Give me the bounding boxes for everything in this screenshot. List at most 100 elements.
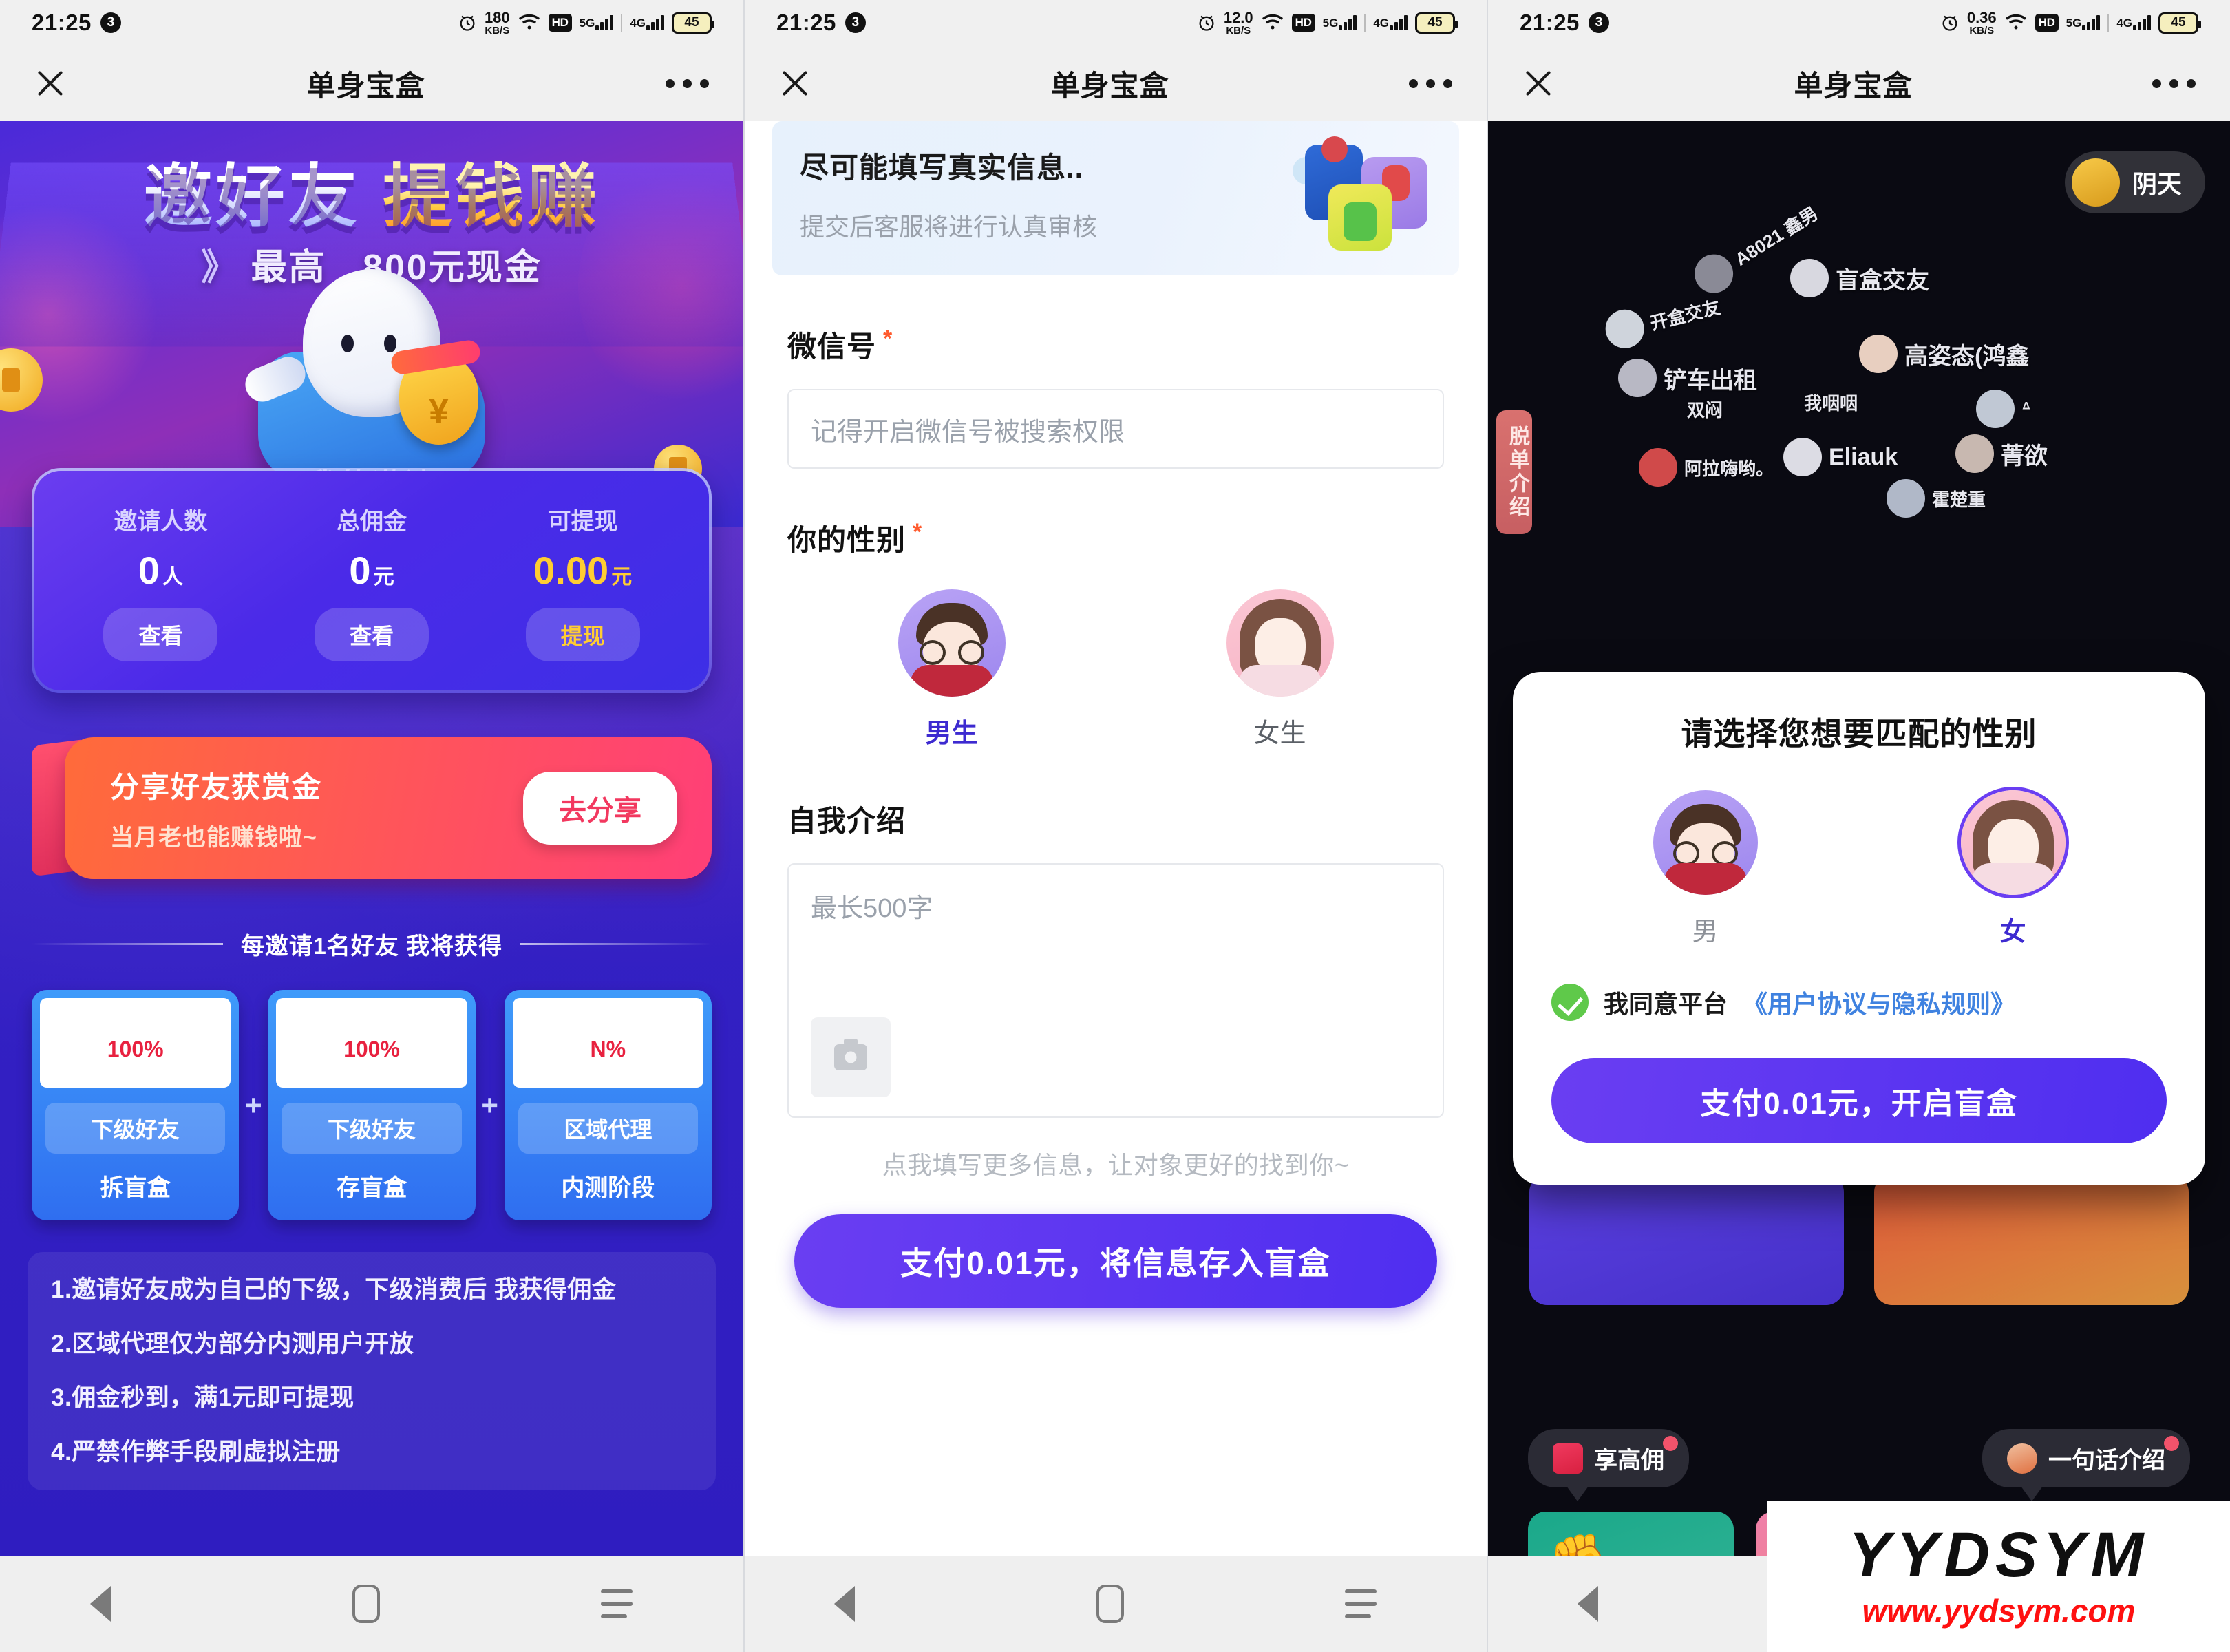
share-button[interactable]: 去分享 <box>523 772 677 845</box>
modal-label-male: 男 <box>1692 918 1719 946</box>
commission-box: 100% 下级好友 存盲盒 <box>268 990 476 1220</box>
stat-action-button[interactable]: 查看 <box>315 608 429 661</box>
plus-icon: + <box>481 1088 498 1121</box>
back-icon[interactable] <box>89 1586 131 1622</box>
avatar-globe[interactable]: 盲盒交友 A8021 鑫男 高姿态(鸿鑫 开盒交友 铲车出租 Eliauk 菁欲… <box>1584 162 2134 589</box>
agreement-link[interactable]: 《用户协议与隐私规则》 <box>1743 984 2015 1020</box>
withdraw-button[interactable]: 提现 <box>525 608 640 661</box>
side-tab-intro[interactable]: 脱单介绍 <box>1496 410 1532 534</box>
agreement-text: 我同意平台 <box>1604 990 1728 1018</box>
tooltip-label: 一句话介绍 <box>2048 1448 2165 1474</box>
agreement-row[interactable]: 我同意平台 《用户协议与隐私规则》 <box>1551 984 2167 1021</box>
tooltip-high-commission[interactable]: 享高佣 <box>1528 1429 1689 1501</box>
gender-option-male[interactable]: 男生 <box>787 589 1116 750</box>
stat-total-commission: 总佣金 0元 查看 <box>266 502 478 661</box>
modal-option-female[interactable]: 女 <box>1859 790 2167 948</box>
photo-upload-button[interactable] <box>811 1017 891 1097</box>
battery-icon: 45 <box>672 12 714 34</box>
net-label-4g: 4G <box>1373 17 1389 30</box>
profile-form: 尽可能填写真实信息.. 提交后客服将进行认真审核 微信号 * 记得开启微信号被搜索… <box>745 121 1487 1556</box>
back-icon[interactable] <box>834 1586 875 1622</box>
tooltip-row: 享高佣 一句话介绍 <box>1528 1429 2190 1501</box>
stat-action-button[interactable]: 查看 <box>103 608 218 661</box>
notification-badge: 3 <box>100 12 121 33</box>
status-bar: 21:25 3 0.36 KB/S HD 5G 4G 45 <box>1488 0 2230 45</box>
commission-action: 拆盲盒 <box>100 1175 171 1201</box>
tooltip-one-line-intro[interactable]: 一句话介绍 <box>1982 1429 2190 1501</box>
panel-blindbox: 21:25 3 0.36 KB/S HD 5G 4G 45 单身宝盒 阴天 盲盒… <box>1487 0 2230 1652</box>
female-avatar-icon <box>1226 589 1334 697</box>
watermark: YYDSYM www.yydsym.com <box>1767 1501 2230 1652</box>
status-time: 21:25 <box>32 10 92 35</box>
notice-banner: 尽可能填写真实信息.. 提交后客服将进行认真审核 <box>772 121 1459 275</box>
chevron-icon: 》 <box>201 248 240 288</box>
commission-pct: 100% <box>107 1037 164 1061</box>
rule-item: 3.佣金秒到，满1元即可提现 <box>51 1384 354 1411</box>
hero-banner: 邀好友 提钱赚 》 最高 800元现金 ¥ 我的邀请 <box>0 121 743 527</box>
behind-card-orange[interactable] <box>1874 1174 2189 1305</box>
agreement-checkbox[interactable] <box>1551 984 1589 1021</box>
intro-textarea[interactable]: 最长500字 <box>787 863 1444 1118</box>
system-navbar <box>0 1556 743 1652</box>
modal-option-male[interactable]: 男 <box>1551 790 1859 948</box>
home-icon[interactable] <box>1096 1585 1124 1623</box>
divider-line <box>32 943 223 945</box>
modal-title: 请选择您想要匹配的性别 <box>1681 716 2037 752</box>
male-avatar-icon <box>1653 790 1758 895</box>
stat-invite-count: 邀请人数 0人 查看 <box>55 502 266 661</box>
share-banner[interactable]: 分享好友获赏金 当月老也能赚钱啦~ 去分享 <box>32 737 712 889</box>
close-icon[interactable] <box>1522 67 1554 99</box>
home-icon[interactable] <box>352 1585 380 1623</box>
divider <box>621 14 623 32</box>
signal-4g: 4G <box>630 15 664 30</box>
badge-dot <box>2164 1436 2179 1451</box>
stat-label: 邀请人数 <box>114 509 208 535</box>
modal-pay-button[interactable]: 支付0.01元，开启盲盒 <box>1551 1058 2167 1143</box>
wechat-input[interactable]: 记得开启微信号被搜索权限 <box>787 389 1444 469</box>
female-avatar-icon <box>1960 790 2066 895</box>
gender-options: 男生 女生 <box>787 589 1444 750</box>
menu-icon[interactable] <box>1344 1589 1377 1618</box>
stats-card: 邀请人数 0人 查看 总佣金 0元 查看 可提现 0.00 元 提现 <box>32 468 712 693</box>
behind-card-purple[interactable] <box>1529 1174 1844 1305</box>
submit-pay-button[interactable]: 支付0.01元，将信息存入盲盒 <box>794 1214 1437 1308</box>
tooltip-label: 享高佣 <box>1594 1448 1664 1474</box>
card-invite-friends[interactable]: ✊ 邀请好友 赚钱利器 <box>1528 1512 1734 1556</box>
intro-label: 自我介绍 <box>787 805 906 837</box>
back-icon[interactable] <box>1578 1586 1619 1622</box>
red-envelope-icon <box>1553 1443 1583 1474</box>
more-icon[interactable] <box>1408 78 1452 88</box>
three-panel-screenshot: 21:25 3 180 KB/S HD 5G 4G 45 单身宝盒 邀好友 提钱… <box>0 0 2230 1652</box>
more-icon[interactable] <box>2152 78 2196 88</box>
gender-label: 你的性别 * <box>787 519 923 556</box>
close-icon[interactable] <box>779 67 811 99</box>
gender-label-female: 女生 <box>1253 719 1306 748</box>
gender-option-female[interactable]: 女生 <box>1116 589 1444 750</box>
more-icon[interactable] <box>665 78 709 88</box>
stat-withdrawable: 可提现 0.00 元 提现 <box>477 502 688 661</box>
speed-unit: KB/S <box>1969 24 1995 36</box>
gender-label-male: 男生 <box>925 719 978 748</box>
signal-4g: 4G <box>1373 15 1408 30</box>
hand-icon <box>2007 1443 2037 1474</box>
globe-node-label: 铲车出租 <box>1664 367 1757 394</box>
hd-icon: HD <box>548 14 572 32</box>
modal-gender-options: 男 女 <box>1551 790 2167 948</box>
commission-tier: 下级好友 <box>45 1103 226 1154</box>
more-info-hint[interactable]: 点我填写更多信息，让对象更好的找到你~ <box>787 1145 1444 1181</box>
close-icon[interactable] <box>34 67 66 99</box>
hd-icon: HD <box>2035 14 2059 32</box>
invite-page: 邀好友 提钱赚 》 最高 800元现金 ¥ 我的邀请 <box>0 121 743 1556</box>
divider-line <box>520 943 712 945</box>
camera-icon <box>834 1039 867 1070</box>
commission-action: 内测阶段 <box>561 1175 655 1201</box>
globe-node-label: 霍楚重 <box>1932 489 1986 510</box>
status-left: 21:25 3 <box>32 10 121 36</box>
hero-title-a: 邀好友 <box>143 158 361 235</box>
signal-bars-icon <box>2133 15 2151 30</box>
blindbox-page: 阴天 盲盒交友 A8021 鑫男 高姿态(鸿鑫 开盒交友 铲车出租 Eliauk… <box>1488 121 2230 1556</box>
menu-icon[interactable] <box>601 1589 633 1618</box>
speed-value: 12.0 <box>1223 8 1253 26</box>
divider <box>1364 14 1366 32</box>
watermark-brand: YYDSYM <box>1848 1520 2149 1590</box>
